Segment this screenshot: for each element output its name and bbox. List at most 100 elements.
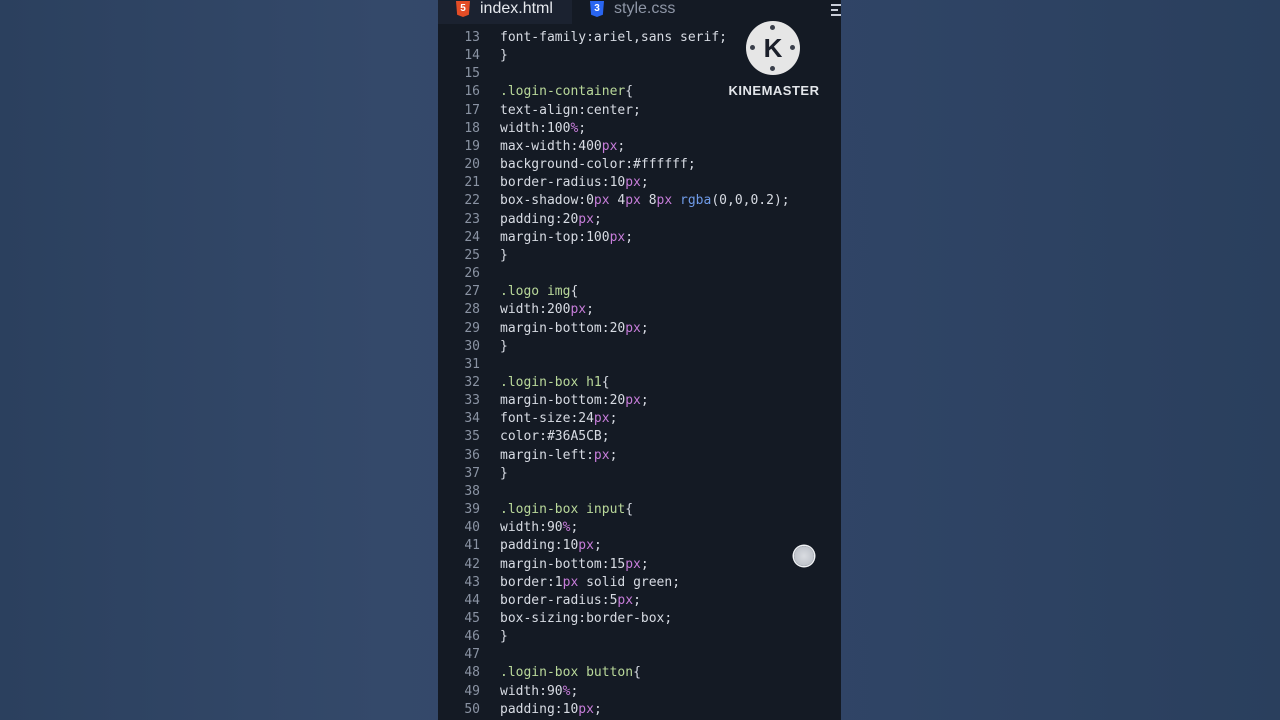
code-line[interactable]: 21 border-radius:10px; [438, 174, 841, 192]
code-line[interactable]: 18 width:100%; [438, 120, 841, 138]
code-token: } [500, 629, 508, 645]
code-line[interactable]: 40 width:90%; [438, 519, 841, 537]
line-number: 24 [464, 229, 480, 245]
tab-index-html[interactable]: 5 index.html [438, 0, 572, 24]
code-token: padding:20 [500, 211, 579, 227]
code-line[interactable]: 44 border-radius:5px; [438, 592, 841, 610]
line-number: 41 [464, 538, 480, 554]
code-token: } [500, 247, 508, 263]
code-token: ; [570, 683, 579, 699]
code-text: width:90%; [500, 519, 578, 537]
line-number: 49 [464, 683, 480, 699]
line-number: 47 [464, 647, 480, 663]
code-area[interactable]: 13 font-family:ariel,sans serif; 14} 15 16 .l… [438, 29, 841, 719]
code-text: font-size:24px; [500, 410, 617, 428]
code-line[interactable]: 22 box-shadow:0px 4px 8px rgba(0,0,0.2); [438, 192, 841, 210]
code-line[interactable]: 29 margin-bottom:20px; [438, 320, 841, 338]
code-text: padding:10px; [500, 537, 602, 555]
code-text: .login-box button{ [500, 664, 641, 682]
code-line[interactable]: 38 [438, 483, 841, 501]
code-line[interactable]: 34 font-size:24px; [438, 410, 841, 428]
code-line[interactable]: 49 width:90%; [438, 683, 841, 701]
code-token: border-radius:5 [500, 592, 618, 608]
code-line[interactable]: 26 [438, 265, 841, 283]
tab-label: style.css [614, 0, 676, 17]
code-token: ; [593, 211, 602, 227]
menu-icon[interactable] [831, 4, 841, 18]
code-text: padding:20px; [500, 211, 602, 229]
code-token: (0,0,0.2); [711, 193, 790, 209]
code-token: px [625, 193, 641, 209]
code-token: px [625, 556, 641, 572]
code-line[interactable]: 17 text-align:center; [438, 102, 841, 120]
tab-style-css[interactable]: 3 style.css [578, 0, 696, 24]
line-number: 27 [464, 284, 480, 300]
code-token: ; [640, 556, 649, 572]
code-token: 4 [609, 193, 626, 209]
kinemaster-logo-icon: K [746, 21, 800, 75]
line-number: 36 [464, 447, 480, 463]
code-line[interactable]: 25} [438, 247, 841, 265]
code-token: ; [625, 229, 634, 245]
line-number: 28 [464, 302, 480, 318]
line-number: 34 [464, 411, 480, 427]
code-text: .login-container{ [500, 83, 633, 101]
code-text: margin-left:px; [500, 447, 617, 465]
code-text: margin-bottom:20px; [500, 320, 649, 338]
code-line[interactable]: 47 [438, 646, 841, 664]
code-token: px [656, 193, 673, 209]
code-text: font-family:ariel,sans serif; [500, 29, 727, 47]
code-line[interactable]: 31 [438, 356, 841, 374]
line-number: 13 [464, 30, 480, 45]
code-token: margin-bottom:20 [500, 320, 626, 336]
code-line[interactable]: 37} [438, 465, 841, 483]
code-line[interactable]: 19 max-width:400px; [438, 138, 841, 156]
code-line[interactable]: 23 padding:20px; [438, 211, 841, 229]
code-token: width:200 [500, 302, 571, 318]
code-token: .logo img [500, 284, 571, 300]
line-number: 16 [464, 84, 480, 100]
code-token: ; [578, 120, 587, 136]
code-line[interactable]: 28 width:200px; [438, 301, 841, 319]
line-number: 20 [464, 157, 480, 173]
code-token: ; [640, 175, 649, 191]
code-line[interactable]: 42 margin-bottom:15px; [438, 556, 841, 574]
code-line[interactable]: 46} [438, 628, 841, 646]
line-number: 25 [464, 247, 480, 263]
code-line[interactable]: 33 margin-bottom:20px; [438, 392, 841, 410]
code-line[interactable]: 35 color:#36A5CB; [438, 428, 841, 446]
line-number: 22 [464, 193, 480, 209]
code-token: px [625, 175, 641, 191]
code-token: margin-bottom:20 [500, 393, 626, 409]
code-token: ; [570, 520, 579, 536]
html5-icon: 5 [456, 1, 470, 17]
code-line[interactable]: 30} [438, 338, 841, 356]
code-token: .login-box h1 [500, 374, 602, 390]
code-line[interactable]: 24 margin-top:100px; [438, 229, 841, 247]
code-token: width:100 [500, 120, 571, 136]
line-number: 26 [464, 266, 480, 282]
code-line[interactable]: 39 .login-box input{ [438, 501, 841, 519]
code-line[interactable]: 32 .login-box h1{ [438, 374, 841, 392]
code-line[interactable]: 45 box-sizing:border-box; [438, 610, 841, 628]
code-line[interactable]: 48 .login-box button{ [438, 664, 841, 682]
line-number: 35 [464, 429, 480, 445]
line-number: 14 [464, 48, 480, 64]
code-line[interactable]: 27 .logo img{ [438, 283, 841, 301]
line-number: 42 [464, 556, 480, 572]
code-text: margin-bottom:20px; [500, 392, 649, 410]
code-line[interactable]: 41 padding:10px; [438, 537, 841, 555]
line-number: 30 [464, 338, 480, 354]
code-token: padding:10 [500, 538, 579, 554]
code-text: border-radius:10px; [500, 174, 649, 192]
code-token: width:90 [500, 520, 563, 536]
line-number: 15 [464, 66, 480, 82]
code-line[interactable]: 50 padding:10px; [438, 701, 841, 719]
code-token: .login-box input [500, 502, 626, 518]
line-number: 29 [464, 320, 480, 336]
code-line[interactable]: 36 margin-left:px; [438, 447, 841, 465]
code-line[interactable]: 43 border:1px solid green; [438, 574, 841, 592]
code-text: margin-top:100px; [500, 229, 633, 247]
code-line[interactable]: 20 background-color:#ffffff; [438, 156, 841, 174]
